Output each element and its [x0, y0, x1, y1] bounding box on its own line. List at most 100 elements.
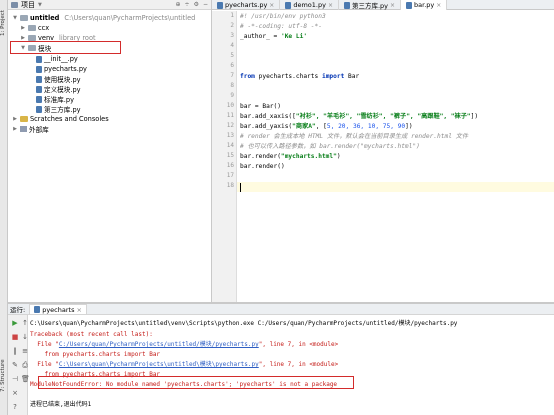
run-panel-header: 运行: pyecharts ×	[8, 304, 554, 315]
close-icon[interactable]: ×	[269, 2, 274, 9]
add-icon[interactable]: ⊕	[176, 1, 181, 8]
project-panel-title[interactable]: 项目	[21, 0, 35, 10]
side-tool-strip	[0, 0, 8, 415]
tab-label: bar.py	[414, 1, 435, 9]
line-number: 4	[230, 42, 234, 49]
tree-item-stdlib[interactable]: 标准库.py	[36, 94, 74, 104]
line-number: 18	[226, 182, 234, 189]
code-token: bar.add_yaxis(	[240, 123, 293, 130]
close-icon[interactable]: ×	[11, 389, 19, 397]
print-icon[interactable]: ⎙	[21, 361, 29, 369]
traceback-link[interactable]: C:/Users/quan/PycharmProjects/untitled/模…	[59, 341, 259, 348]
exit-message: 进程已结束,退出代码1	[30, 401, 92, 408]
chevron-right-icon[interactable]: ▶	[12, 126, 18, 132]
rerun-icon[interactable]: ▶	[11, 319, 19, 327]
code-token: from	[240, 73, 255, 80]
code-token: pyecharts.charts	[254, 73, 322, 80]
chevron-right-icon[interactable]: ▶	[12, 116, 18, 122]
tree-item-label: __init__.py	[44, 55, 78, 63]
pause-icon[interactable]: ‖	[11, 347, 19, 355]
tree-item-use-module[interactable]: 使用模块.py	[36, 74, 81, 84]
line-number: 3	[230, 32, 234, 39]
run-console[interactable]: C:\Users\quan\PycharmProjects\untitled\v…	[30, 315, 554, 415]
collapse-icon[interactable]: ÷	[185, 1, 190, 8]
gear-icon[interactable]: ⚙	[194, 1, 199, 8]
close-icon[interactable]: ×	[328, 2, 333, 9]
code-token: 5, 20, 36, 10, 75, 90	[326, 123, 406, 130]
tab-label: pyecharts.py	[225, 1, 268, 9]
code-line: #! /usr/bin/env python3	[240, 13, 326, 20]
side-tab-project-label: 1: Project	[0, 10, 6, 36]
tree-item-scratches[interactable]: ▶ Scratches and Consoles	[12, 114, 109, 124]
code-token: "mycharts.html"	[280, 153, 337, 160]
python-file-icon	[343, 1, 350, 9]
code-token: bar.add_xaxis([	[240, 113, 296, 120]
chevron-right-icon[interactable]: ▶	[20, 25, 26, 31]
code-editor[interactable]: #! /usr/bin/env python3 # -*-coding: utf…	[240, 11, 554, 302]
tab-label: 第三方库.py	[351, 2, 389, 10]
soft-wrap-icon[interactable]: ≡	[21, 347, 29, 355]
folder-icon	[20, 15, 28, 21]
line-number: 2	[230, 22, 234, 29]
line-number: 13	[226, 132, 234, 139]
python-file-icon	[36, 65, 42, 73]
tree-item-untitled[interactable]: ▼ untitled C:\Users\quan\PycharmProjects…	[12, 13, 195, 23]
project-view-icon	[11, 1, 18, 8]
up-arrow-icon[interactable]: ↑	[21, 319, 29, 327]
close-icon[interactable]: ×	[390, 2, 395, 9]
chevron-down-icon[interactable]: ▼	[12, 15, 18, 21]
tree-item-label: 定义模块.py	[44, 86, 81, 94]
help-icon[interactable]: ?	[11, 403, 19, 411]
python-file-icon	[36, 95, 42, 103]
line-number: 14	[226, 142, 234, 149]
run-tab-label: pyecharts	[42, 305, 75, 314]
tree-item-label: untitled	[30, 14, 60, 22]
python-file-icon	[217, 1, 223, 9]
tree-item-external-libs[interactable]: ▶ 外部库	[12, 124, 49, 134]
code-token: ])	[470, 113, 479, 120]
python-file-icon	[406, 1, 413, 9]
chevron-down-icon[interactable]: ▼	[38, 2, 42, 8]
console-token: ", line 7, in <module>	[258, 341, 339, 348]
hide-icon[interactable]: −	[203, 1, 208, 8]
console-line: File "C:/Users/quan/PycharmProjects/unti…	[30, 340, 338, 350]
error-highlight-box	[38, 376, 354, 389]
code-token: Bar	[344, 73, 360, 80]
tab-demo1[interactable]: demo1.py ×	[280, 0, 339, 10]
line-number: 11	[226, 112, 234, 119]
stop-icon[interactable]: ■	[11, 333, 19, 341]
python-file-icon	[36, 55, 42, 63]
text-cursor	[240, 183, 241, 192]
code-line: bar.add_yaxis("商家A", [5, 20, 36, 10, 75,…	[240, 122, 413, 132]
side-tab-structure-label: 7: Structure	[0, 359, 6, 392]
tab-bar-py[interactable]: bar.py ×	[401, 0, 448, 10]
python-file-icon	[285, 1, 292, 9]
tree-item-define-module[interactable]: 定义模块.py	[36, 84, 81, 94]
console-token: File "	[30, 341, 59, 348]
editor-tab-bar: pyecharts.py × demo1.py × 第三方库.py × bar.…	[212, 0, 554, 10]
tree-item-pyecharts[interactable]: pyecharts.py	[36, 64, 87, 74]
code-token: bar.render(	[240, 153, 281, 160]
code-line: from pyecharts.charts import Bar	[240, 72, 359, 82]
tree-item-thirdparty[interactable]: 第三方库.py	[36, 104, 81, 114]
tree-item-ccx[interactable]: ▶ ccx	[20, 23, 49, 33]
line-number: 6	[230, 62, 234, 69]
close-icon[interactable]: ×	[436, 2, 441, 9]
line-number: 7	[230, 72, 234, 79]
highlight-box	[10, 41, 121, 54]
down-arrow-icon[interactable]: ↓	[21, 333, 29, 341]
tab-thirdparty[interactable]: 第三方库.py ×	[339, 0, 402, 10]
tree-item-init[interactable]: __init__.py	[36, 54, 78, 64]
run-tab-pyecharts[interactable]: pyecharts ×	[29, 304, 87, 314]
pin-icon[interactable]: ⊣	[11, 375, 19, 383]
tab-pyecharts[interactable]: pyecharts.py ×	[212, 0, 281, 10]
code-line: # render 会生成本地 HTML 文件，默认会在当前目录生成 render…	[240, 133, 469, 140]
code-line: # 也可以传入路径参数，如 bar.render("mycharts.html"…	[240, 143, 420, 150]
code-line: bar.render("mycharts.html")	[240, 152, 341, 162]
console-line: from pyecharts.charts import Bar	[30, 351, 161, 358]
delete-icon[interactable]: 🗑	[21, 375, 30, 383]
traceback-link[interactable]: C:\Users\quan\PycharmProjects\untitled\模…	[59, 361, 259, 368]
close-icon[interactable]: ×	[76, 306, 81, 314]
settings-icon[interactable]: ✎	[11, 361, 19, 369]
tree-item-label: 第三方库.py	[44, 106, 81, 114]
